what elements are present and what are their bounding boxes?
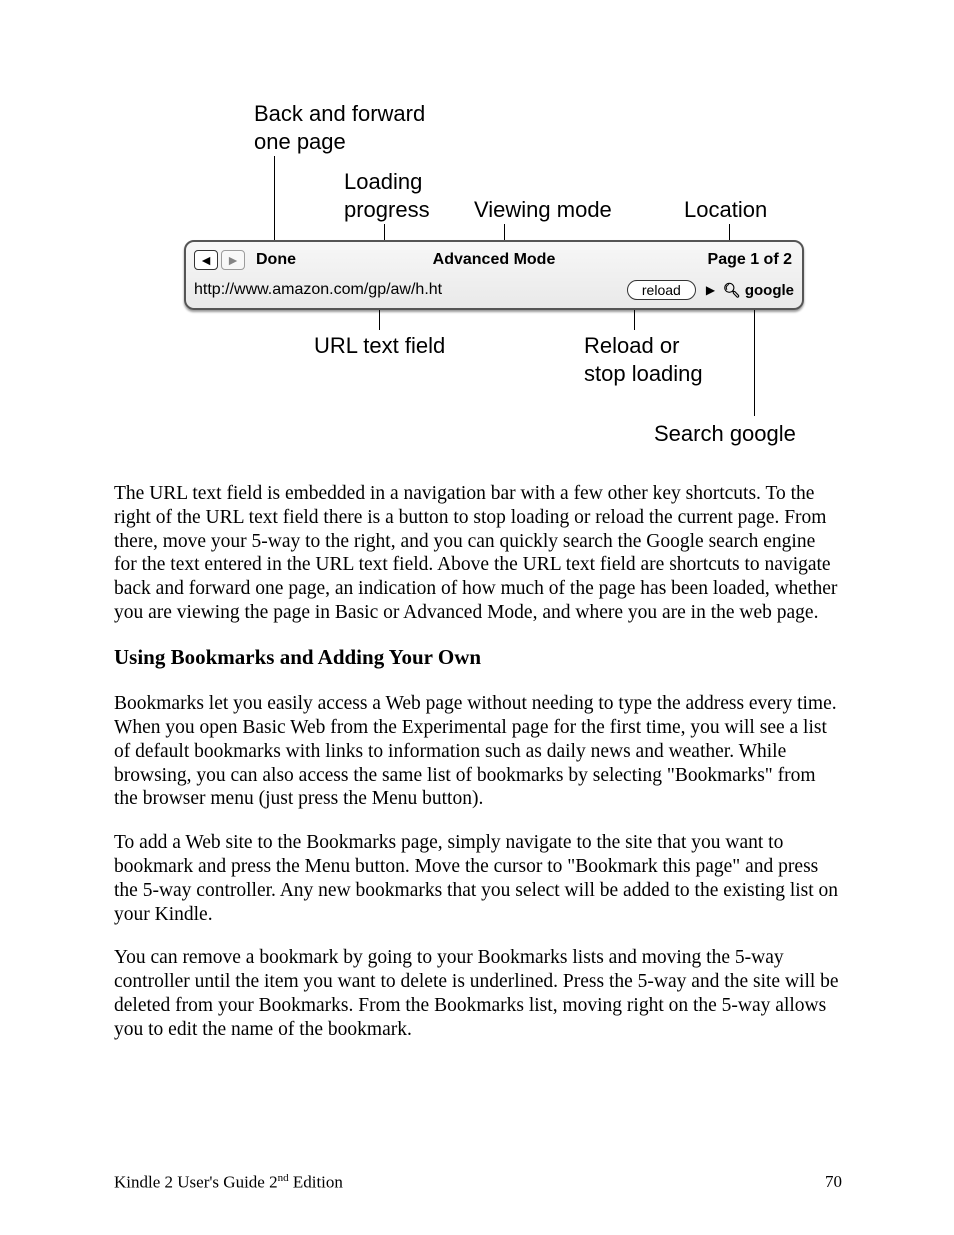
browser-diagram: Back and forward one page Loading progre… xyxy=(184,100,804,470)
viewing-mode-label: Advanced Mode xyxy=(433,251,556,269)
callout-search: Search google xyxy=(654,420,796,448)
callout-url-field: URL text field xyxy=(314,332,445,360)
footer-title: Kindle 2 User's Guide 2nd Edition xyxy=(114,1172,343,1193)
magnifier-icon: 🔍︎ xyxy=(723,282,741,299)
triangle-right-icon: ▶ xyxy=(706,283,715,297)
arrow-right-icon: ► xyxy=(226,253,240,267)
paragraph-intro: The URL text field is embedded in a navi… xyxy=(114,482,842,625)
forward-button[interactable]: ► xyxy=(221,250,245,270)
loading-status: Done xyxy=(256,251,296,269)
page-footer: Kindle 2 User's Guide 2nd Edition 70 xyxy=(114,1172,842,1193)
callout-location: Location xyxy=(684,196,767,224)
reload-button[interactable]: reload xyxy=(627,280,696,300)
paragraph-bookmarks-3: You can remove a bookmark by going to yo… xyxy=(114,946,842,1041)
callout-reload: Reload or stop loading xyxy=(584,332,703,387)
back-button[interactable]: ◄ xyxy=(194,250,218,270)
url-text-field[interactable]: http://www.amazon.com/gp/aw/h.ht xyxy=(194,281,442,299)
page-location: Page 1 of 2 xyxy=(708,251,792,269)
callout-loading: Loading progress xyxy=(344,168,430,223)
callout-viewing-mode: Viewing mode xyxy=(474,196,612,224)
footer-page-number: 70 xyxy=(825,1172,842,1193)
section-heading-bookmarks: Using Bookmarks and Adding Your Own xyxy=(114,645,842,671)
arrow-left-icon: ◄ xyxy=(199,253,213,267)
browser-toolbar: ◄ ► Done Advanced Mode Page 1 of 2 http:… xyxy=(184,240,804,310)
search-label: google xyxy=(745,282,794,299)
search-google[interactable]: 🔍︎ google xyxy=(723,282,794,299)
callout-back-forward: Back and forward one page xyxy=(254,100,425,155)
paragraph-bookmarks-1: Bookmarks let you easily access a Web pa… xyxy=(114,692,842,811)
paragraph-bookmarks-2: To add a Web site to the Bookmarks page,… xyxy=(114,831,842,926)
